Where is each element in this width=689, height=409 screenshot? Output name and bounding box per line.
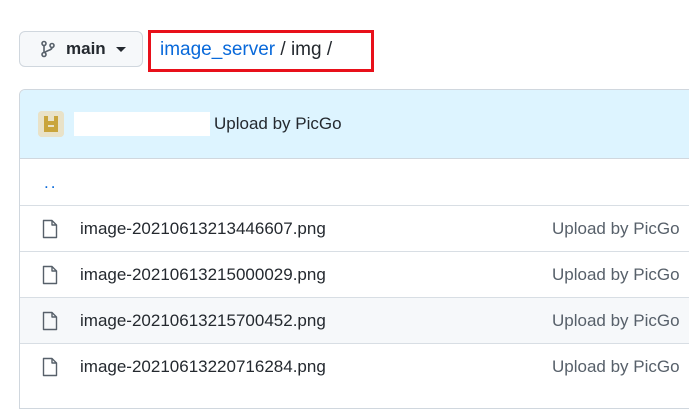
breadcrumb: image_server / img /: [160, 38, 332, 62]
file-commit-message[interactable]: Upload by PicGo: [552, 265, 680, 285]
file-icon: [42, 265, 58, 285]
file-name-link[interactable]: image-20210613215700452.png: [80, 311, 326, 331]
table-row: image-20210613215000029.png Upload by Pi…: [20, 251, 689, 297]
file-name-link[interactable]: image-20210613213446607.png: [80, 219, 326, 239]
file-name-link[interactable]: image-20210613215000029.png: [80, 265, 326, 285]
branch-name: main: [66, 39, 106, 58]
file-name-link[interactable]: image-20210613220716284.png: [80, 357, 326, 377]
avatar[interactable]: [38, 111, 64, 137]
file-commit-message[interactable]: Upload by PicGo: [552, 357, 680, 377]
chevron-down-icon: [115, 46, 126, 52]
git-branch-icon: [40, 40, 56, 58]
table-row: image-20210613215700452.png Upload by Pi…: [20, 297, 689, 343]
breadcrumb-repo-link[interactable]: image_server: [160, 39, 275, 60]
file-icon: [42, 311, 58, 331]
file-list: Upload by PicGo .. image-202106132134466…: [19, 89, 689, 409]
breadcrumb-trailing-separator: /: [326, 39, 333, 60]
table-row: image-20210613213446607.png Upload by Pi…: [20, 205, 689, 251]
commit-author-redacted: [74, 112, 210, 136]
file-commit-message[interactable]: Upload by PicGo: [552, 311, 680, 331]
file-icon: [42, 357, 58, 377]
latest-commit-message[interactable]: Upload by PicGo: [214, 114, 342, 134]
parent-directory-link[interactable]: ..: [44, 173, 57, 193]
file-icon: [42, 219, 58, 239]
table-row: image-20210613220716284.png Upload by Pi…: [20, 343, 689, 389]
parent-directory-row[interactable]: ..: [20, 159, 689, 205]
breadcrumb-separator: /: [280, 39, 286, 60]
file-commit-message[interactable]: Upload by PicGo: [552, 219, 680, 239]
latest-commit-bar: Upload by PicGo: [20, 90, 689, 159]
breadcrumb-current-folder: img: [290, 39, 322, 60]
branch-select-button[interactable]: main: [19, 31, 143, 67]
